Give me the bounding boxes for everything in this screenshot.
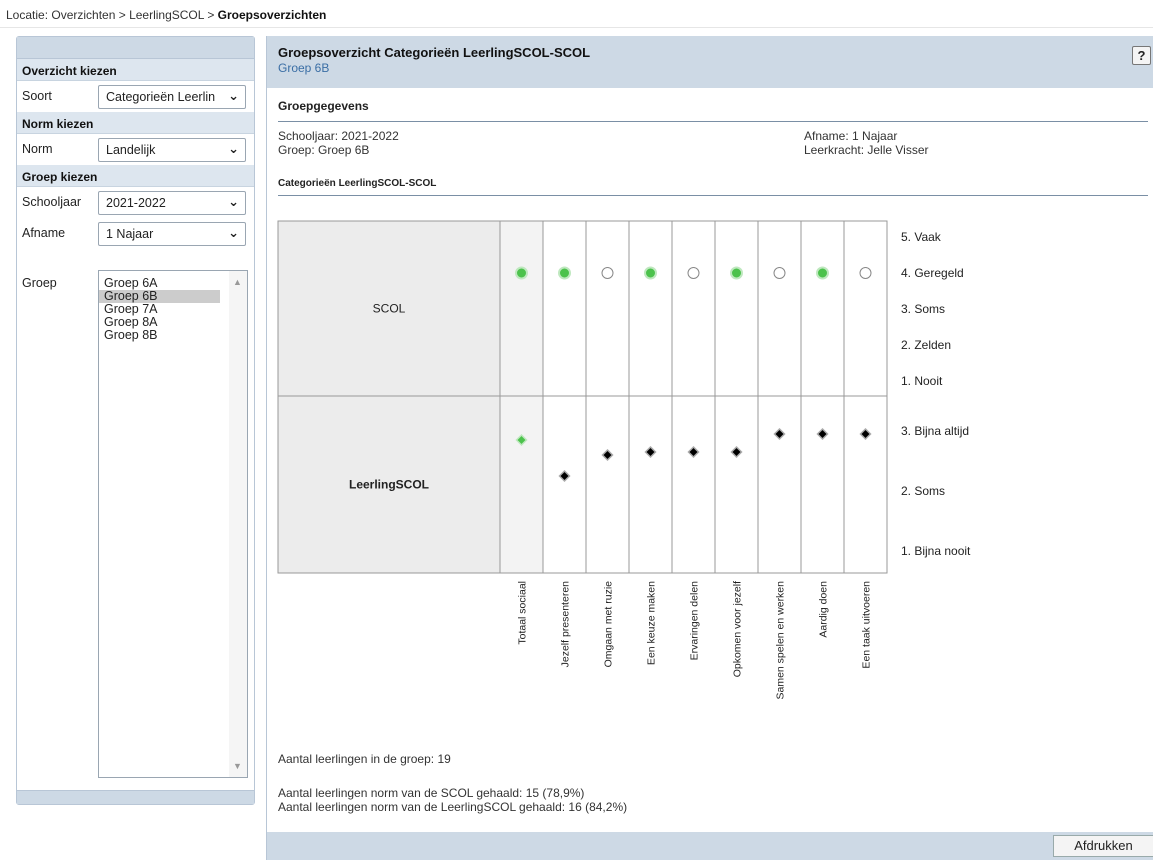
leerlingscol-scale-label: 1. Bijna nooit xyxy=(901,544,971,558)
scol-scale-label: 3. Soms xyxy=(901,302,945,316)
scol-point-reached xyxy=(558,266,571,280)
main-panel: Groepsoverzicht Categorieën LeerlingSCOL… xyxy=(266,36,1153,860)
groep-listbox[interactable]: Groep 6A Groep 6B Groep 7A Groep 8A Groep 8B… xyxy=(98,270,248,778)
leerlingscol-scale-label: 2. Soms xyxy=(901,484,945,498)
norm-select[interactable]: Landelijk ⌄ xyxy=(98,138,246,162)
sidebar-bottom-bar xyxy=(17,790,254,804)
schooljaar-row: Schooljaar 2021-2022 ⌄ xyxy=(17,187,254,218)
chevron-down-icon: ⌄ xyxy=(228,194,239,209)
groep-option[interactable]: Groep 8B xyxy=(99,329,220,342)
breadcrumb-current: Groepsoverzichten xyxy=(217,8,327,22)
sidebar-topbar xyxy=(17,37,254,59)
scroll-down-icon[interactable]: ▼ xyxy=(233,761,242,771)
breadcrumb-path: Locatie: Overzichten > LeerlingSCOL > xyxy=(6,8,218,22)
scol-point-reached xyxy=(816,266,829,280)
scol-scale-label: 2. Zelden xyxy=(901,338,951,352)
section-norm-kiezen: Norm kiezen xyxy=(17,112,254,134)
norm-row: Norm Landelijk ⌄ xyxy=(17,134,254,165)
scol-point-reached xyxy=(644,266,657,280)
groep-label: Groep xyxy=(22,276,57,290)
panel-label-scol: SCOL xyxy=(373,302,406,316)
category-label: Een taak uitvoeren xyxy=(861,581,873,669)
leerlingscol-scale-label: 3. Bijna altijd xyxy=(901,424,969,438)
norm-label: Norm xyxy=(22,142,53,156)
aantal-leerlingen: Aantal leerlingen in de groep: 19 xyxy=(278,752,451,766)
print-button[interactable]: Afdrukken xyxy=(1053,835,1153,857)
scroll-up-icon[interactable]: ▲ xyxy=(233,277,242,287)
scol-point-not-reached xyxy=(687,267,700,279)
schooljaar-select[interactable]: 2021-2022 ⌄ xyxy=(98,191,246,215)
breadcrumb: Locatie: Overzichten > LeerlingSCOL > Gr… xyxy=(0,0,1153,28)
bottom-bar: Afdrukken xyxy=(267,832,1153,860)
afname-label: Afname xyxy=(22,226,66,240)
norm-value: Landelijk xyxy=(106,143,156,157)
category-label: Aardig doen xyxy=(818,581,830,638)
category-label: Samen spelen en werken xyxy=(775,581,787,700)
schooljaar-label: Schooljaar xyxy=(22,195,82,209)
soort-select[interactable]: Categorieën Leerlin ⌄ xyxy=(98,85,246,109)
category-label: Totaal sociaal xyxy=(517,581,529,645)
soort-value: Categorieën Leerlin xyxy=(106,90,216,104)
scol-point-not-reached xyxy=(601,267,614,279)
section-overzicht-kiezen: Overzicht kiezen xyxy=(17,59,254,81)
scol-scale-label: 4. Geregeld xyxy=(901,266,964,280)
panel-label-leerlingscol: LeerlingSCOL xyxy=(349,478,429,492)
categories-chart: SCOL LeerlingSCOL 5. Vaak 4. Geregeld 3. Som… xyxy=(277,220,971,700)
soort-row: Soort Categorieën Leerlin ⌄ xyxy=(17,81,254,112)
afname-select[interactable]: 1 Najaar ⌄ xyxy=(98,222,246,246)
scol-scale-label: 1. Nooit xyxy=(901,374,943,388)
soort-label: Soort xyxy=(22,89,52,103)
scol-point-reached xyxy=(515,266,528,280)
scol-point-reached xyxy=(730,266,743,280)
category-label: Omgaan met ruzie xyxy=(603,581,615,668)
chevron-down-icon: ⌄ xyxy=(228,225,239,240)
norm-scol-text: Aantal leerlingen norm van de SCOL gehaa… xyxy=(278,786,585,800)
afname-value: 1 Najaar xyxy=(106,227,154,241)
afname-row: Afname 1 Najaar ⌄ xyxy=(17,218,254,249)
schooljaar-value: 2021-2022 xyxy=(106,196,166,210)
groep-options: Groep 6A Groep 6B Groep 7A Groep 8A Groep 8B xyxy=(99,277,220,342)
filter-sidebar: Overzicht kiezen Soort Categorieën Leerl… xyxy=(16,36,255,805)
category-label: Jezelf presenteren xyxy=(560,581,572,668)
category-label: Ervaringen delen xyxy=(689,581,701,661)
section-groep-kiezen: Groep kiezen xyxy=(17,165,254,187)
norm-leerlingscol-text: Aantal leerlingen norm van de LeerlingSC… xyxy=(278,800,628,814)
category-label: Een keuze maken xyxy=(646,581,658,665)
scol-point-not-reached xyxy=(773,267,786,279)
chevron-down-icon: ⌄ xyxy=(228,88,239,103)
listbox-scrollbar[interactable]: ▲ ▼ xyxy=(229,271,247,777)
scol-scale-label: 5. Vaak xyxy=(901,230,942,244)
chevron-down-icon: ⌄ xyxy=(228,141,239,156)
category-label: Opkomen voor jezelf xyxy=(732,581,744,677)
scol-point-not-reached xyxy=(859,267,872,279)
